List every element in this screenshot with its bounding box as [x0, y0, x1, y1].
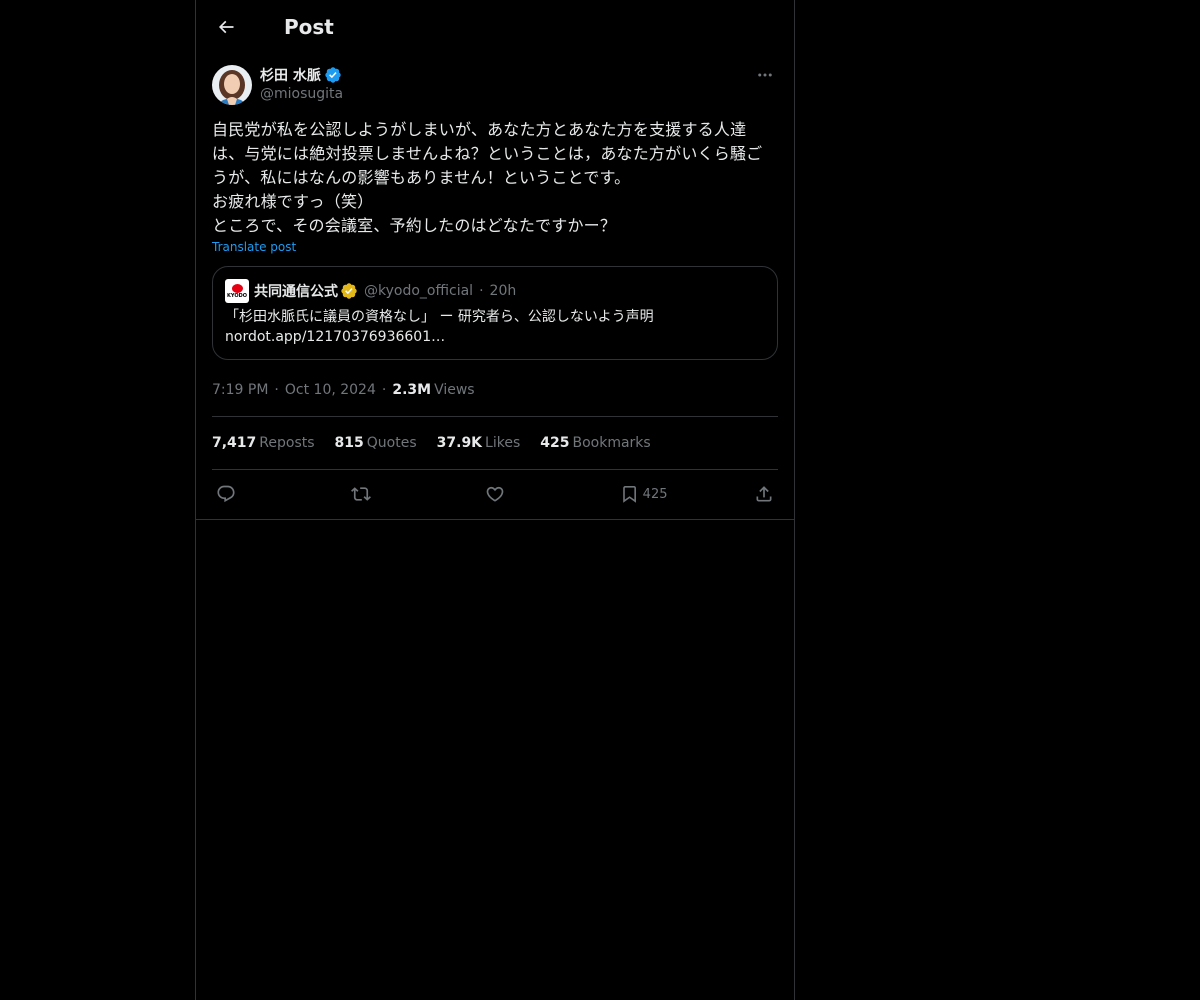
more-options-button[interactable] [754, 64, 776, 86]
quoted-display-name[interactable]: 共同通信公式 [254, 281, 338, 301]
views-count: 2.3M [392, 382, 432, 398]
post-meta: 7:19 PM · Oct 10, 2024 · 2.3M Views [212, 380, 778, 400]
bookmarks-label: Bookmarks [572, 435, 651, 451]
bookmarks-count: 425 [540, 435, 570, 451]
back-button[interactable] [214, 15, 238, 39]
divider [196, 519, 794, 520]
share-button[interactable] [754, 484, 774, 504]
quotes-stat[interactable]: 815 Quotes [335, 435, 417, 451]
repost-button[interactable] [350, 484, 399, 504]
quoted-time[interactable]: 20h [490, 283, 517, 299]
author-names: 杉田 水脈 @miosugita [260, 64, 343, 102]
post-text: 自民党が私を公認しようがしまいが、あなた方とあなた方を支援する人達は、与党には絶… [212, 120, 763, 235]
author-handle[interactable]: @miosugita [260, 86, 343, 102]
kyodo-logo-text: KYODO [227, 292, 247, 299]
page-title: Post [284, 15, 334, 39]
display-name[interactable]: 杉田 水脈 [260, 65, 321, 85]
reposts-label: Reposts [259, 435, 315, 451]
post: 杉田 水脈 @miosugita 自民党が私を公認しようがしまいが、あなた方とあ… [196, 64, 794, 518]
engagement-stats: 7,417 Reposts 815 Quotes 37.9K Likes 425 Boo… [212, 417, 778, 469]
quoted-body: 「杉田水脈氏に議員の資格なし」 ー 研究者ら、公認しないよう声明 nordot.… [225, 307, 765, 347]
quoted-avatar[interactable]: KYODO [225, 279, 249, 303]
quotes-label: Quotes [366, 435, 417, 451]
post-column: Post 杉田 水脈 @miosugita 自民党が私を公認しようがしまいが、あ… [195, 0, 795, 1000]
like-button[interactable] [485, 484, 533, 504]
display-name-row: 杉田 水脈 [260, 64, 343, 86]
meta-separator: · [274, 382, 279, 398]
likes-count: 37.9K [436, 435, 483, 451]
bookmark-count: 425 [642, 486, 668, 502]
likes-stat[interactable]: 37.9K Likes [437, 435, 521, 451]
quoted-body-line1: 「杉田水脈氏に議員の資格なし」 ー 研究者ら、公認しないよう声明 [225, 309, 654, 325]
reposts-stat[interactable]: 7,417 Reposts [212, 435, 315, 451]
author-row: 杉田 水脈 @miosugita [212, 64, 778, 108]
header: Post [196, 0, 794, 54]
action-bar: 425 [212, 470, 778, 518]
translate-post-link[interactable]: Translate post [212, 240, 778, 254]
bookmarks-stat[interactable]: 425 Bookmarks [540, 435, 650, 451]
arrow-left-icon [218, 20, 234, 34]
quotes-count: 815 [334, 435, 364, 451]
reposts-count: 7,417 [212, 435, 257, 451]
repost-icon [350, 487, 371, 501]
quoted-link[interactable]: nordot.app/12170376936601… [225, 327, 765, 347]
gold-verified-badge-icon [340, 282, 358, 300]
views-label: Views [434, 382, 475, 398]
avatar-image [212, 65, 252, 105]
likes-label: Likes [485, 435, 521, 451]
quoted-post[interactable]: KYODO 共同通信公式 @kyodo_official · 20h 「杉田水脈… [212, 266, 778, 360]
heart-icon [486, 486, 504, 502]
avatar[interactable] [212, 65, 252, 105]
kyodo-logo-icon [231, 283, 243, 293]
verified-badge-icon[interactable] [324, 66, 342, 84]
reply-button[interactable] [216, 484, 264, 504]
bookmark-icon [622, 486, 636, 503]
post-time[interactable]: 7:19 PM [212, 382, 268, 398]
share-icon [756, 486, 772, 502]
quoted-handle[interactable]: @kyodo_official [364, 283, 473, 299]
bookmark-button[interactable]: 425 [620, 484, 668, 504]
quoted-separator: · [479, 283, 484, 299]
more-icon [758, 73, 772, 77]
quoted-post-header: KYODO 共同通信公式 @kyodo_official · 20h [225, 279, 765, 303]
post-date[interactable]: Oct 10, 2024 [285, 382, 376, 398]
meta-separator: · [381, 382, 387, 398]
reply-icon [217, 485, 235, 503]
